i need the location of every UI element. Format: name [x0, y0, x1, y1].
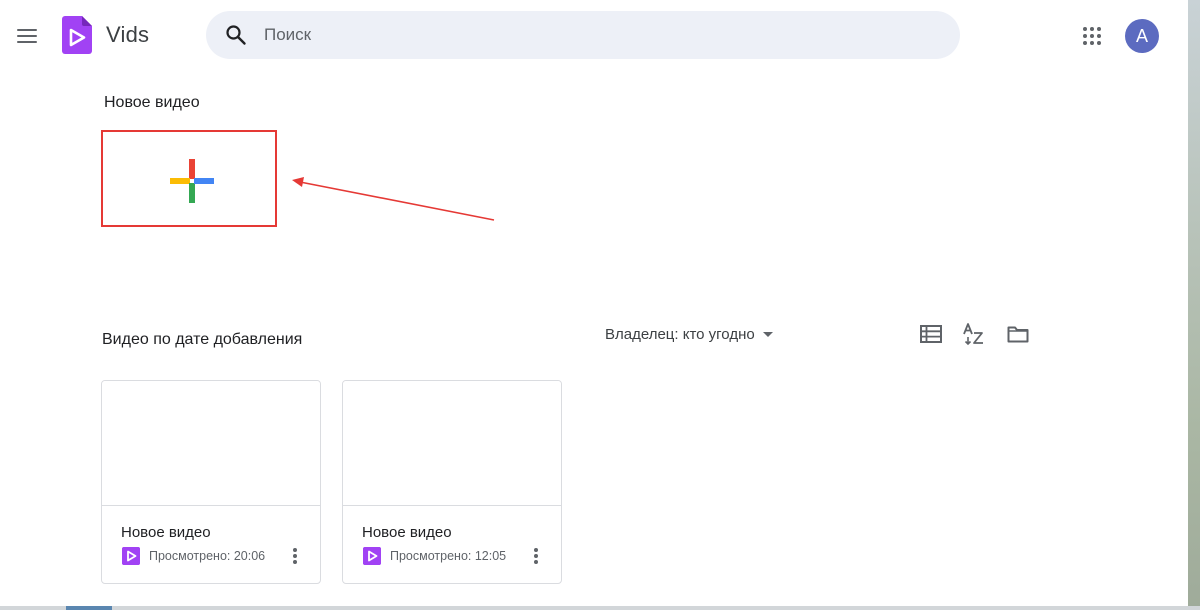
app-name[interactable]: Vids: [106, 22, 149, 48]
apps-grid-dot: [1090, 27, 1094, 31]
more-options-button[interactable]: [288, 545, 302, 567]
apps-grid-dot: [1083, 41, 1087, 45]
sort-az-icon[interactable]: [962, 322, 986, 346]
new-video-button[interactable]: [101, 130, 277, 227]
more-vert-icon: [534, 548, 538, 552]
apps-grid-dot: [1083, 34, 1087, 38]
main-menu-button[interactable]: [10, 19, 44, 53]
plus-icon: [170, 159, 214, 203]
more-vert-dot: [293, 554, 297, 558]
vids-file-icon: [122, 547, 140, 565]
video-meta: Просмотрено: 12:05: [390, 549, 507, 563]
video-title: Новое видео: [121, 524, 211, 541]
more-options-button[interactable]: [529, 545, 543, 567]
video-meta: Просмотрено: 20:06: [149, 549, 266, 563]
search-box[interactable]: [206, 11, 960, 59]
menu-icon: [17, 29, 37, 31]
menu-icon-bar: [17, 41, 37, 43]
taskbar-item: [66, 606, 112, 610]
desktop-background: [1188, 0, 1200, 610]
folder-icon[interactable]: [1006, 322, 1030, 346]
more-vert-icon: [293, 548, 297, 552]
apps-grid-dot: [1097, 27, 1101, 31]
apps-grid-dot: [1097, 41, 1101, 45]
video-card[interactable]: Новое видео Просмотрено: 20:06: [101, 380, 321, 584]
video-thumbnail[interactable]: [343, 381, 561, 506]
apps-grid-button[interactable]: [1076, 20, 1108, 52]
annotation-arrow: [292, 177, 495, 221]
apps-grid-dot: [1090, 34, 1094, 38]
app-window: Vids A Новое видео Видео по дате доба: [0, 0, 1188, 606]
video-card[interactable]: Новое видео Просмотрено: 12:05: [342, 380, 562, 584]
list-view-icon[interactable]: [919, 322, 943, 346]
caret-down-icon: [762, 331, 773, 337]
owner-filter-dropdown[interactable]: Владелец: кто угодно: [605, 326, 773, 346]
video-title: Новое видео: [362, 524, 452, 541]
new-video-heading: Новое видео: [104, 94, 200, 111]
menu-icon-bar: [17, 35, 37, 37]
account-avatar[interactable]: A: [1125, 19, 1159, 53]
vids-file-icon: [363, 547, 381, 565]
taskbar-edge: [0, 606, 1200, 610]
search-input[interactable]: [264, 20, 924, 50]
videos-list-heading: Видео по дате добавления: [102, 331, 303, 348]
search-icon[interactable]: [224, 23, 248, 47]
more-vert-dot: [293, 560, 297, 564]
more-vert-dot: [534, 560, 538, 564]
more-vert-dot: [534, 554, 538, 558]
apps-grid-dot: [1090, 41, 1094, 45]
apps-grid-icon: [1083, 27, 1087, 31]
vids-logo-icon[interactable]: [62, 16, 92, 54]
apps-grid-dot: [1097, 34, 1101, 38]
owner-filter-label: Владелец: кто угодно: [605, 326, 755, 343]
video-thumbnail[interactable]: [102, 381, 320, 506]
